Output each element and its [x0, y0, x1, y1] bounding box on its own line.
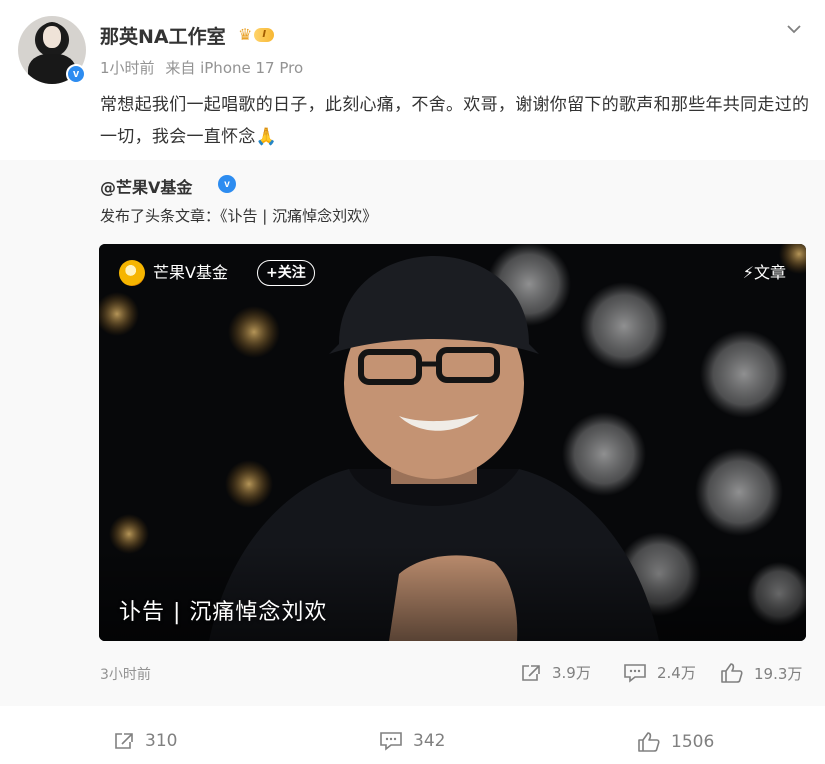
username[interactable]: 那英NA工作室 — [100, 22, 226, 49]
level-badge-text: I — [254, 28, 275, 42]
comment-button[interactable]: 342 — [379, 731, 445, 751]
comment-icon — [380, 732, 402, 751]
card-author-name[interactable]: 芒果V基金 — [153, 260, 228, 286]
post-text: 常想起我们一起唱歌的日子，此刻心痛，不舍。欢哥，谢谢你留下的歌声和那些年共同走过… — [100, 95, 810, 147]
article-cover-image — [99, 244, 806, 641]
chevron-down-icon[interactable] — [785, 20, 803, 38]
repost-like-count: 19.3万 — [754, 664, 803, 683]
share-button[interactable]: 310 — [113, 731, 177, 751]
share-icon — [522, 664, 540, 681]
post-meta: 1小时前 来自 iPhone 17 Pro — [100, 57, 303, 78]
article-card[interactable]: 芒果V基金 +关注 ⚡文章 讣告 | 沉痛悼念刘欢 — [99, 244, 806, 641]
share-count: 310 — [145, 731, 178, 751]
article-tag: ⚡文章 — [742, 263, 786, 282]
verified-icon: v — [66, 64, 86, 84]
like-button[interactable]: 1506 — [637, 731, 714, 753]
repost-share-button[interactable]: 3.9万 — [520, 662, 591, 683]
post-time[interactable]: 1小时前 — [100, 59, 155, 77]
repost-time[interactable]: 3小时前 — [100, 664, 151, 684]
repost-description[interactable]: 发布了头条文章：《讣告 | 沉痛悼念刘欢》 — [100, 205, 377, 226]
crown-icon: ♛ — [238, 25, 253, 44]
comment-icon — [624, 663, 646, 683]
repost-like-button[interactable]: 19.3万 — [720, 662, 802, 684]
avatar-face — [43, 26, 61, 48]
follow-button[interactable]: +关注 — [257, 260, 315, 286]
like-icon — [721, 663, 743, 683]
comment-count: 342 — [413, 731, 446, 751]
level-badge[interactable]: ♛ I — [238, 26, 288, 44]
post-source: 来自 iPhone 17 Pro — [165, 59, 304, 77]
card-author-logo[interactable] — [119, 260, 145, 286]
like-count: 1506 — [671, 732, 715, 752]
repost-author[interactable]: @芒果V基金 — [100, 174, 192, 198]
share-icon — [115, 733, 133, 749]
repost-share-count: 3.9万 — [552, 664, 591, 682]
like-icon — [638, 732, 660, 752]
article-title[interactable]: 讣告 | 沉痛悼念刘欢 — [119, 594, 327, 626]
repost-comment-button[interactable]: 2.4万 — [623, 662, 696, 683]
verified-icon: v — [218, 175, 236, 193]
repost-comment-count: 2.4万 — [657, 664, 696, 682]
